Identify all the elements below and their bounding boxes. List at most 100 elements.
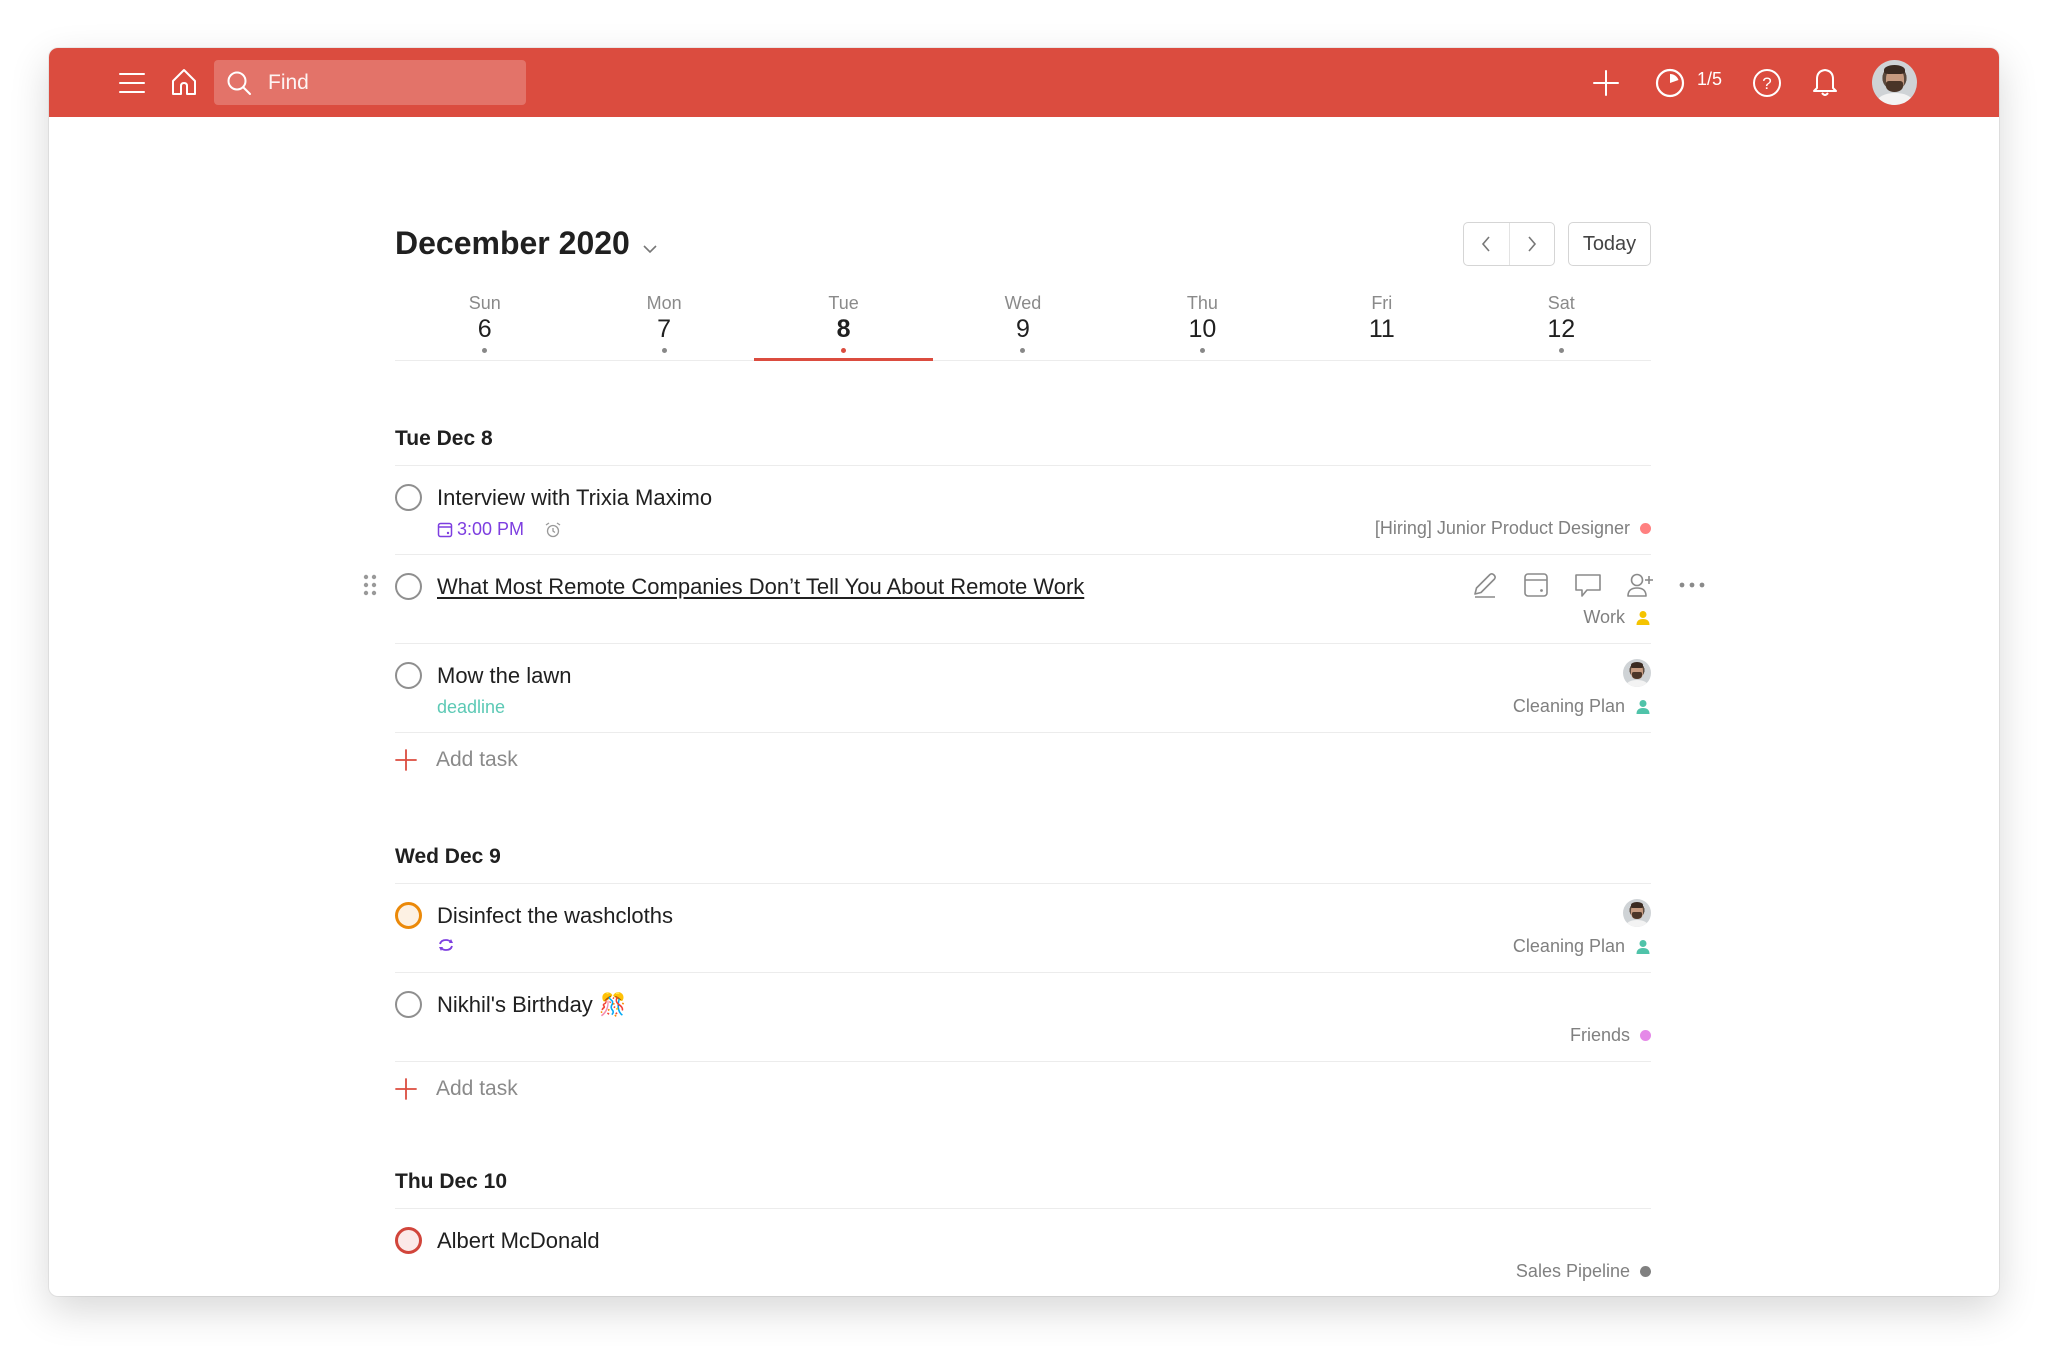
section-heading: Thu Dec 10 bbox=[395, 1170, 508, 1193]
add-task-label: Add task bbox=[436, 748, 518, 771]
project-tag[interactable]: Sales Pipeline bbox=[1516, 1261, 1651, 1282]
help-icon[interactable]: ? bbox=[1749, 65, 1785, 101]
project-tag[interactable]: Friends bbox=[1570, 1025, 1651, 1046]
shared-project-icon bbox=[1635, 699, 1651, 715]
task-checkbox[interactable] bbox=[395, 1227, 422, 1254]
task-checkbox[interactable] bbox=[395, 484, 422, 511]
search-bar[interactable] bbox=[214, 60, 526, 105]
task-checkbox[interactable] bbox=[395, 991, 422, 1018]
week-day-thu[interactable]: Thu 10 bbox=[1113, 289, 1292, 360]
comment-icon[interactable] bbox=[1572, 569, 1604, 601]
schedule-icon[interactable] bbox=[1520, 569, 1552, 601]
assignee-avatar[interactable] bbox=[1623, 899, 1651, 927]
has-tasks-dot bbox=[661, 348, 667, 353]
confetti-emoji: 🎊 bbox=[598, 992, 627, 1017]
due-date[interactable]: 3:00 PM bbox=[437, 519, 524, 540]
task-meta: deadline bbox=[437, 697, 505, 718]
user-avatar[interactable] bbox=[1872, 60, 1917, 105]
task-checkbox[interactable] bbox=[395, 902, 422, 929]
week-day-sat[interactable]: Sat 12 bbox=[1472, 289, 1651, 360]
task-title[interactable]: Disinfect the washcloths bbox=[437, 903, 673, 929]
more-actions-icon[interactable] bbox=[1676, 569, 1708, 601]
day-number: 8 bbox=[836, 315, 851, 343]
chevron-down-icon bbox=[642, 225, 658, 262]
day-name: Sun bbox=[468, 293, 501, 313]
app-window: 1/5 ? December 2020 Today Sun6Mon7Tue8W bbox=[49, 48, 1999, 1296]
productivity-pie-icon[interactable] bbox=[1652, 65, 1688, 101]
has-tasks-dot bbox=[1199, 348, 1205, 353]
month-picker[interactable]: December 2020 bbox=[395, 225, 658, 262]
task-item[interactable]: Disinfect the washcloths Cleaning Plan bbox=[395, 884, 1651, 973]
project-tag[interactable]: Cleaning Plan bbox=[1513, 936, 1651, 957]
month-title: December 2020 bbox=[395, 225, 630, 261]
task-checkbox[interactable] bbox=[395, 662, 422, 689]
assign-user-icon[interactable] bbox=[1624, 569, 1656, 601]
add-task-plus-icon[interactable] bbox=[1588, 65, 1624, 101]
task-label[interactable]: deadline bbox=[437, 697, 505, 718]
today-button[interactable]: Today bbox=[1568, 222, 1651, 266]
recurring-icon bbox=[437, 937, 455, 953]
search-input[interactable] bbox=[268, 60, 518, 105]
task-item[interactable]: Mow the lawn deadline Cleaning Plan bbox=[395, 644, 1651, 733]
edit-icon[interactable] bbox=[1468, 569, 1500, 601]
day-number: 12 bbox=[1547, 315, 1576, 343]
day-number: 11 bbox=[1368, 315, 1395, 343]
project-color-dot bbox=[1640, 1030, 1651, 1041]
divider bbox=[395, 1061, 1651, 1062]
section-heading: Wed Dec 9 bbox=[395, 845, 501, 868]
day-number: 9 bbox=[1016, 315, 1030, 343]
home-icon[interactable] bbox=[165, 63, 203, 101]
day-number: 6 bbox=[477, 315, 492, 343]
project-tag[interactable]: Work bbox=[1583, 607, 1651, 628]
task-title[interactable]: Mow the lawn bbox=[437, 663, 572, 689]
day-name: Thu bbox=[1186, 293, 1218, 313]
task-title[interactable]: Nikhil's Birthday 🎊 bbox=[437, 992, 626, 1018]
week-day-sun[interactable]: Sun 6 bbox=[395, 289, 574, 360]
bell-icon[interactable] bbox=[1807, 63, 1843, 101]
task-hover-actions bbox=[1468, 569, 1708, 601]
karma-progress-label[interactable]: 1/5 bbox=[1697, 69, 1722, 90]
svg-text:?: ? bbox=[1762, 74, 1771, 93]
has-tasks-dot bbox=[841, 348, 847, 353]
chevron-left-icon bbox=[1482, 236, 1490, 252]
task-meta: 3:00 PM bbox=[437, 519, 562, 540]
week-day-wed[interactable]: Wed 9 bbox=[933, 289, 1112, 360]
week-day-mon[interactable]: Mon 7 bbox=[574, 289, 753, 360]
task-item[interactable]: Nikhil's Birthday 🎊 Friends bbox=[395, 973, 1651, 1062]
hamburger-menu-icon[interactable] bbox=[111, 65, 153, 101]
project-color-dot bbox=[1640, 1266, 1651, 1277]
day-number: 10 bbox=[1188, 315, 1217, 343]
task-checkbox[interactable] bbox=[395, 573, 422, 600]
search-icon bbox=[226, 70, 252, 101]
week-day-tue[interactable]: Tue 8 bbox=[753, 289, 934, 361]
project-color-dot bbox=[1640, 523, 1651, 534]
assignee-avatar[interactable] bbox=[1623, 659, 1651, 687]
shared-project-icon bbox=[1635, 610, 1651, 626]
task-title[interactable]: Interview with Trixia Maximo bbox=[437, 485, 712, 511]
has-tasks-dot bbox=[1020, 348, 1026, 353]
day-name: Sat bbox=[1547, 293, 1575, 313]
week-day-fri[interactable]: Fri 11 bbox=[1292, 289, 1471, 360]
project-tag[interactable]: Cleaning Plan bbox=[1513, 696, 1651, 717]
calendar-icon bbox=[437, 522, 453, 538]
task-item[interactable]: What Most Remote Companies Don’t Tell Yo… bbox=[363, 555, 1705, 644]
section-heading: Tue Dec 8 bbox=[395, 427, 493, 450]
top-bar: 1/5 ? bbox=[49, 48, 1999, 117]
shared-project-icon bbox=[1635, 939, 1651, 955]
task-item[interactable]: Albert McDonald Sales Pipeline bbox=[395, 1209, 1651, 1296]
add-task-button[interactable]: Add task bbox=[395, 743, 518, 777]
has-tasks-dot bbox=[1558, 348, 1564, 353]
previous-week-button[interactable] bbox=[1464, 223, 1509, 265]
project-tag[interactable]: [Hiring] Junior Product Designer bbox=[1375, 518, 1651, 539]
task-title[interactable]: Albert McDonald bbox=[437, 1228, 600, 1254]
next-week-button[interactable] bbox=[1508, 223, 1555, 265]
add-task-button[interactable]: Add task bbox=[395, 1072, 518, 1106]
plus-icon bbox=[395, 749, 417, 771]
day-name: Mon bbox=[646, 293, 682, 313]
chevron-right-icon bbox=[1528, 236, 1536, 252]
day-name: Wed bbox=[1004, 293, 1042, 313]
task-title[interactable]: What Most Remote Companies Don’t Tell Yo… bbox=[437, 574, 1084, 600]
drag-handle-icon[interactable] bbox=[363, 574, 377, 601]
day-name: Fri bbox=[1371, 293, 1393, 313]
task-item[interactable]: Interview with Trixia Maximo 3:00 PM [Hiri… bbox=[395, 466, 1651, 555]
